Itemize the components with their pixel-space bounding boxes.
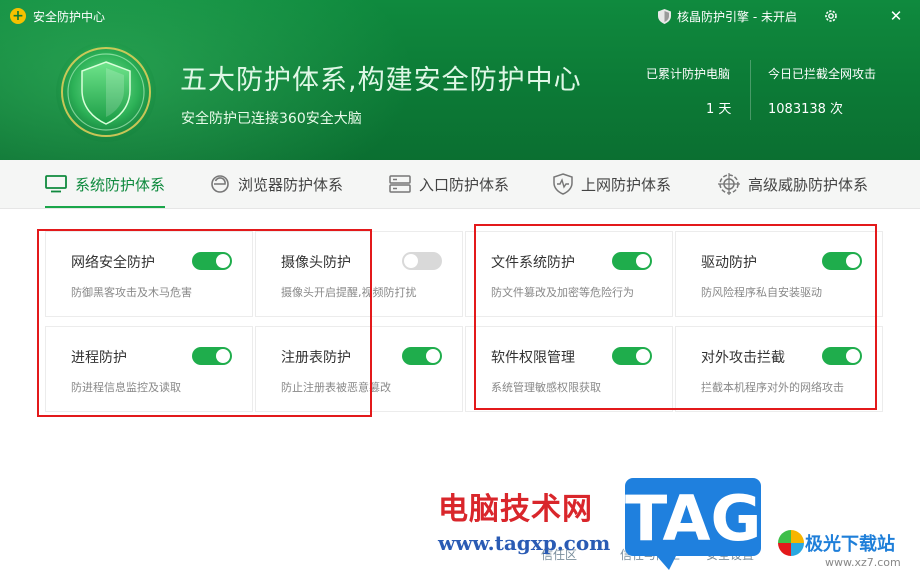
stat-label-intercepted: 今日已拦截全网攻击: [768, 67, 877, 81]
watermark-url: www.tagxp.com: [438, 531, 611, 555]
toggle-switch[interactable]: [402, 252, 442, 270]
app-logo-icon: +: [10, 8, 26, 24]
tab-system-protection[interactable]: 系统防护体系: [45, 160, 166, 208]
tab-bar: 系统防护体系 浏览器防护体系 入口防护体系 上网防护体系 高级威胁防护体系: [0, 160, 920, 209]
monitor-icon: [45, 175, 67, 193]
stat-value-intercepted: 1083138 次: [768, 102, 844, 117]
stat-label-protected: 已累计防护电脑: [646, 67, 731, 81]
watermark-site-url: www.xz7.com: [825, 556, 901, 569]
shield-icon: [658, 9, 671, 24]
app-title: 安全防护中心: [33, 10, 106, 24]
tab-label: 上网防护体系: [581, 175, 672, 194]
engine-status-button[interactable]: 核晶防护引擎 - 未开启: [658, 8, 797, 25]
toggle-switch[interactable]: [402, 347, 442, 365]
watermark-site-name: 极光下载站: [805, 534, 895, 555]
tab-label: 浏览器防护体系: [238, 175, 344, 194]
settings-button[interactable]: [820, 5, 842, 27]
toggle-knob: [404, 254, 418, 268]
tab-advanced-threat-protection[interactable]: 高级威胁防护体系: [718, 160, 868, 208]
shield-pulse-icon: [553, 173, 573, 195]
toggle-knob: [426, 349, 440, 363]
stat-divider: [750, 60, 751, 120]
radar-icon: [718, 173, 740, 195]
highlight-box-right: [474, 224, 877, 410]
tab-label: 高级威胁防护体系: [748, 175, 869, 194]
close-button[interactable]: ✕: [885, 5, 907, 27]
title-bar: + 安全防护中心 核晶防护引擎 - 未开启 ✕: [0, 0, 920, 32]
browser-icon: [211, 175, 229, 193]
gear-icon: [825, 10, 837, 22]
tab-browser-protection[interactable]: 浏览器防护体系: [210, 160, 343, 208]
header-banner: + 安全防护中心 核晶防护引擎 - 未开启 ✕ 五大防护体系,构建安全防护中心 …: [0, 0, 920, 160]
watermark-tag-badge: TAG: [625, 478, 762, 570]
tab-label: 系统防护体系: [75, 175, 166, 194]
engine-status-label: 核晶防护引擎 - 未开启: [677, 10, 797, 24]
stat-value-protected: 1 天: [706, 102, 732, 117]
tab-label: 入口防护体系: [419, 175, 510, 194]
hero-shield-icon: [56, 42, 156, 142]
tab-entry-protection[interactable]: 入口防护体系: [389, 160, 509, 208]
hero-title: 五大防护体系,构建安全防护中心: [180, 65, 582, 96]
watermark-cn-text: 电脑技术网: [438, 492, 593, 527]
tab-internet-protection[interactable]: 上网防护体系: [553, 160, 671, 208]
server-icon: [389, 175, 411, 193]
watermark-site-logo-icon: [778, 530, 804, 556]
close-icon: ✕: [889, 7, 903, 25]
watermark-tag-text: TAG: [625, 482, 762, 555]
highlight-box-left: [37, 229, 372, 417]
hero-subtitle: 安全防护已连接360安全大脑: [181, 111, 362, 127]
